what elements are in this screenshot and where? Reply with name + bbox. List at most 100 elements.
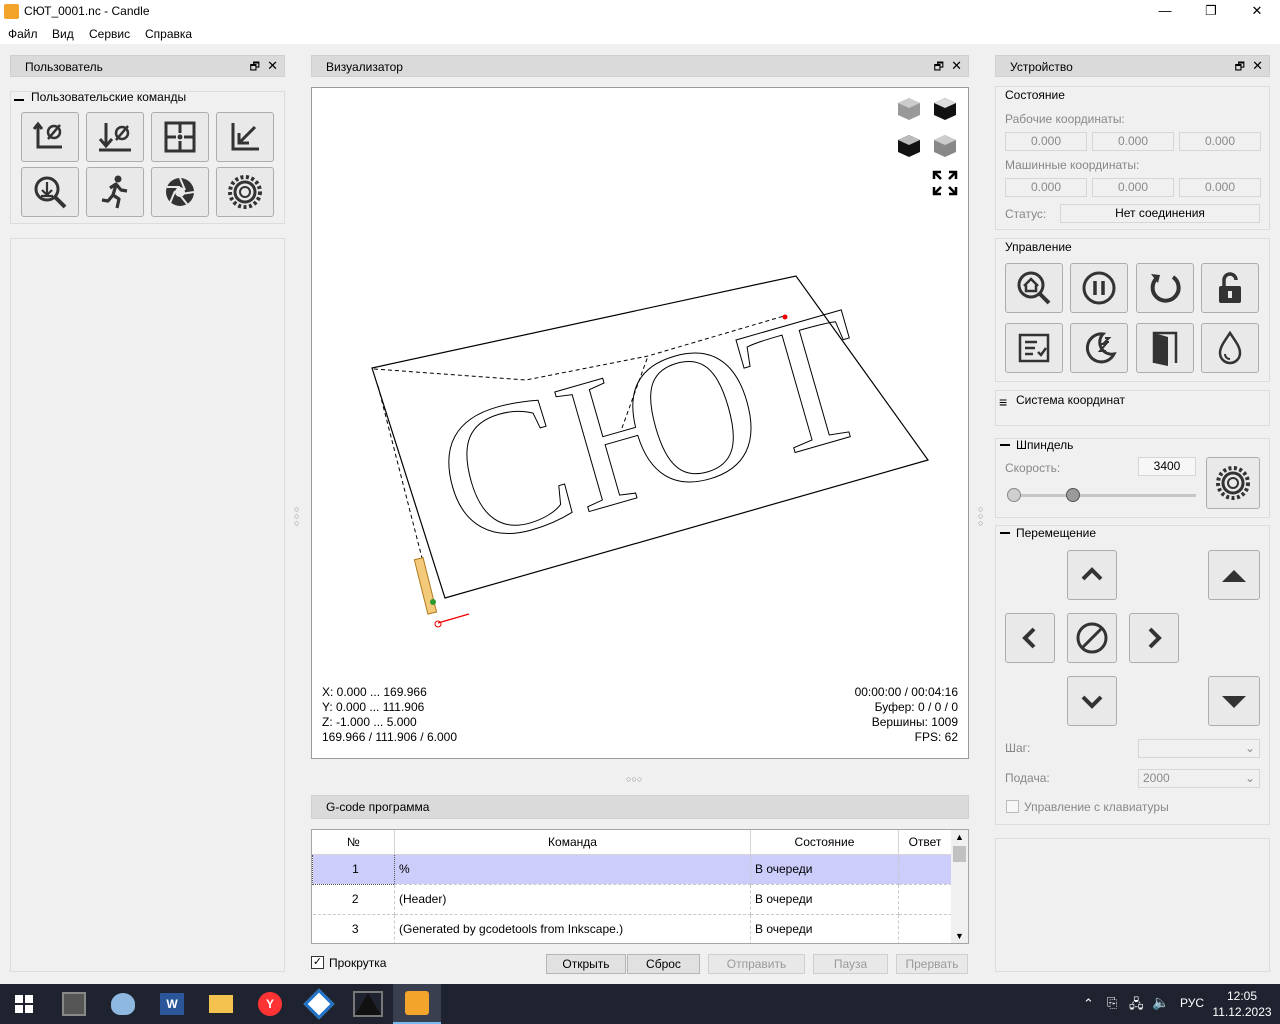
menu-help[interactable]: Справка — [145, 27, 192, 41]
col-command[interactable]: Команда — [394, 830, 751, 855]
inkscape-app[interactable] — [344, 984, 392, 1024]
keyboard-control-checkbox[interactable] — [1006, 800, 1019, 813]
jog-stop-button[interactable] — [1067, 613, 1117, 663]
user-cmd-6-button[interactable] — [86, 167, 144, 217]
maximize-button[interactable]: ❐ — [1188, 0, 1234, 23]
language-indicator[interactable]: РУС — [1180, 996, 1204, 1010]
visualizer-canvas[interactable]: СЮТ X: 0.000 ... 169.966 Y: 0.000 ... 11… — [311, 87, 969, 759]
collapse-icon[interactable] — [14, 99, 24, 101]
collapse-icon[interactable] — [1000, 532, 1010, 534]
open-button[interactable]: Открыть — [546, 954, 626, 974]
pause-button[interactable]: Пауза — [813, 954, 888, 974]
left-splitter-handle[interactable]: ○ ○ ○ — [294, 505, 300, 528]
view-left-button[interactable] — [932, 133, 958, 159]
col-state[interactable]: Состояние — [750, 830, 899, 855]
float-icon[interactable]: 🗗 — [1235, 58, 1245, 77]
app-icon — [4, 4, 19, 19]
speed-min-handle[interactable] — [1007, 488, 1021, 502]
reset-button[interactable]: Сброс — [627, 954, 700, 974]
float-icon[interactable]: 🗗 — [250, 58, 260, 77]
time-info: 00:00:00 / 00:04:16 — [854, 685, 958, 699]
minimize-button[interactable]: — — [1142, 0, 1188, 23]
autoscroll-label: Прокрутка — [329, 956, 387, 970]
view-iso-button[interactable] — [896, 96, 922, 122]
jog-x-plus-button[interactable] — [1129, 613, 1179, 663]
col-response[interactable]: Ответ — [898, 830, 952, 855]
user-cmd-7-button[interactable] — [151, 167, 209, 217]
view-front-button[interactable] — [896, 133, 922, 159]
close-icon[interactable]: ✕ — [267, 58, 278, 74]
menu-view[interactable]: Вид — [52, 27, 74, 41]
jog-y-minus-button[interactable] — [1067, 676, 1117, 726]
abort-button[interactable]: Прервать — [896, 954, 968, 974]
col-number[interactable]: № — [312, 830, 395, 855]
tray-chevron-icon[interactable]: ⌃ — [1083, 996, 1094, 1012]
app-3d[interactable] — [295, 984, 343, 1024]
scroll-down-icon[interactable]: ▼ — [951, 931, 968, 941]
chevron-right-icon — [1148, 627, 1162, 649]
sleep-button[interactable] — [1070, 323, 1128, 373]
scroll-up-icon[interactable]: ▲ — [951, 832, 968, 842]
check-mode-button[interactable] — [1005, 323, 1063, 373]
candle-icon — [405, 991, 429, 1015]
jog-y-plus-button[interactable] — [1067, 550, 1117, 600]
splitter-handle[interactable]: ○○○ — [626, 774, 642, 784]
fit-view-icon[interactable] — [932, 170, 958, 196]
menu-service[interactable]: Сервис — [89, 27, 130, 41]
door-button[interactable] — [1136, 323, 1194, 373]
step-select[interactable]: ⌄ — [1138, 739, 1260, 758]
feed-select[interactable]: 2000 ⌄ — [1138, 769, 1260, 788]
paint-app[interactable] — [99, 984, 147, 1024]
clock[interactable]: 12:05 11.12.2023 — [1212, 988, 1272, 1020]
close-button[interactable]: ✕ — [1234, 0, 1280, 23]
jog-z-minus-button[interactable] — [1208, 676, 1260, 726]
speed-slider-track[interactable] — [1008, 494, 1196, 497]
flood-button[interactable] — [1201, 323, 1259, 373]
user-cmd-1-button[interactable] — [21, 112, 79, 162]
explorer-app[interactable] — [197, 984, 245, 1024]
jog-x-minus-button[interactable] — [1005, 613, 1055, 663]
calculator-icon — [62, 992, 86, 1016]
view-top-button[interactable] — [932, 96, 958, 122]
table-row[interactable]: 1 % В очереди — [312, 853, 952, 885]
gcode-table[interactable]: № Команда Состояние Ответ 1 % В очереди … — [311, 829, 969, 944]
table-row[interactable]: 2 (Header) В очереди — [312, 884, 952, 915]
float-icon[interactable]: 🗗 — [934, 58, 944, 77]
speed-slider-handle[interactable] — [1066, 488, 1080, 502]
user-cmd-3-button[interactable] — [151, 112, 209, 162]
expand-icon[interactable]: ≡ — [999, 394, 1007, 410]
reset-control-button[interactable] — [1136, 263, 1194, 313]
reset-icon — [1150, 274, 1181, 303]
calculator-app[interactable] — [50, 984, 98, 1024]
right-splitter-handle[interactable]: ○ ○ ○ — [978, 505, 984, 528]
usb-icon[interactable]: ⎘ — [1107, 995, 1117, 1011]
speed-input[interactable]: 3400 — [1138, 457, 1196, 476]
table-row[interactable]: 3 (Generated by gcodetools from Inkscape… — [312, 914, 952, 943]
coord-system-group[interactable]: ≡ Система координат — [995, 390, 1270, 426]
jog-z-plus-button[interactable] — [1208, 550, 1260, 600]
yandex-browser-app[interactable]: Y — [246, 984, 294, 1024]
user-panel-header: Пользователь 🗗 ✕ — [10, 55, 285, 77]
scroll-thumb[interactable] — [953, 846, 966, 862]
table-scrollbar[interactable]: ▲ ▼ — [951, 830, 968, 943]
start-button[interactable] — [0, 984, 48, 1024]
user-cmd-8-button[interactable] — [216, 167, 274, 217]
close-icon[interactable]: ✕ — [951, 58, 962, 74]
user-cmd-5-button[interactable] — [21, 167, 79, 217]
unlock-button[interactable] — [1201, 263, 1259, 313]
send-button[interactable]: Отправить — [708, 954, 805, 974]
close-icon[interactable]: ✕ — [1252, 58, 1263, 74]
menu-file[interactable]: Файл — [8, 27, 38, 41]
user-cmd-2-button[interactable] — [86, 112, 144, 162]
autoscroll-checkbox[interactable]: ✓ — [311, 956, 324, 969]
candle-app[interactable] — [393, 984, 441, 1024]
word-app[interactable]: W — [148, 984, 196, 1024]
spindle-toggle-button[interactable] — [1206, 457, 1260, 509]
volume-icon[interactable]: 🔈 — [1152, 994, 1169, 1011]
home-button[interactable] — [1005, 263, 1063, 313]
pause-control-button[interactable] — [1070, 263, 1128, 313]
user-cmd-4-button[interactable] — [216, 112, 274, 162]
spindle-gear-icon — [1216, 466, 1250, 500]
collapse-icon[interactable] — [1000, 444, 1010, 446]
network-icon[interactable]: 🖧 — [1129, 995, 1144, 1017]
